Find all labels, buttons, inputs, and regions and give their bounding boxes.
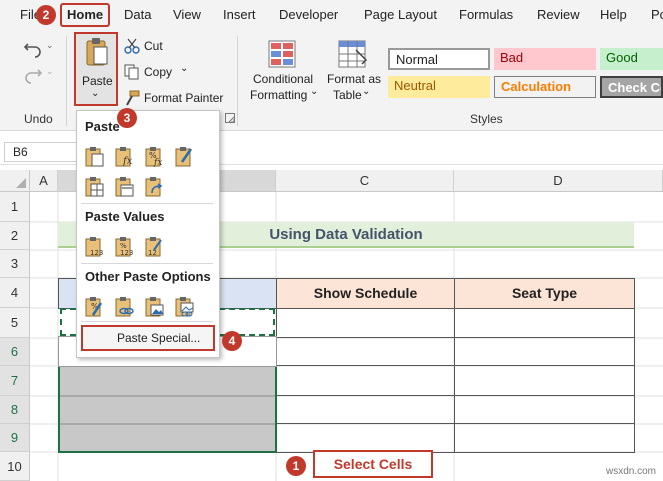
styles-group-label: Styles <box>470 112 503 126</box>
undo-group-label: Undo <box>24 112 53 126</box>
menu-page[interactable]: Po <box>651 7 663 22</box>
svg-text:123: 123 <box>120 249 133 257</box>
undo-dropdown-icon[interactable]: ⌄ <box>46 40 54 51</box>
scissors-icon <box>124 38 140 54</box>
cut-button[interactable]: Cut <box>144 39 163 53</box>
copy-icon <box>124 64 139 80</box>
row-header-8[interactable]: 8 <box>0 396 30 424</box>
row-header-4[interactable]: 4 <box>0 278 30 308</box>
row-header-6[interactable]: 6 <box>0 338 30 366</box>
paste-no-borders-icon[interactable] <box>83 175 105 197</box>
paste-link-icon[interactable] <box>113 295 135 317</box>
redo-icon[interactable] <box>22 62 44 84</box>
conditional-formatting-dropdown-icon[interactable]: ⌄ <box>310 86 318 97</box>
svg-text:12: 12 <box>148 249 157 257</box>
paste-linked-picture-icon[interactable] <box>173 295 195 317</box>
conditional-formatting-label-1[interactable]: Conditional <box>253 72 313 86</box>
menu-bar: File Home Data View Insert Developer Pag… <box>0 0 663 30</box>
menu-formulas[interactable]: Formulas <box>459 7 513 22</box>
menu-data[interactable]: Data <box>124 7 151 22</box>
row-header-9[interactable]: 9 <box>0 424 30 452</box>
column-header-d[interactable]: D <box>454 170 663 192</box>
paste-values-section-title: Paste Values <box>85 209 165 224</box>
paste-column-widths-icon[interactable] <box>113 175 135 197</box>
paste-formulas-icon[interactable]: fx <box>113 145 135 167</box>
conditional-formatting-icon <box>268 40 296 68</box>
menu-home-label: Home <box>67 7 104 22</box>
select-cells-callout: Select Cells <box>313 450 433 478</box>
format-as-table-dropdown-icon[interactable]: ⌄ <box>362 86 370 97</box>
select-all-corner[interactable] <box>0 170 30 192</box>
paste-dropdown-icon: ⌄ <box>91 88 100 99</box>
paste-picture-icon[interactable] <box>143 295 165 317</box>
menu-help[interactable]: Help <box>600 7 627 22</box>
paste-icon[interactable] <box>83 145 105 167</box>
paste-special-label: Paste Special... <box>117 331 201 345</box>
paste-values-icon[interactable]: 123 <box>83 235 105 257</box>
style-normal[interactable]: Normal <box>388 48 490 70</box>
format-as-table-label-2[interactable]: Table <box>333 88 362 102</box>
row-header-5[interactable]: 5 <box>0 308 30 338</box>
column-header-a[interactable]: A <box>30 170 58 192</box>
copy-button[interactable]: Copy <box>144 65 172 79</box>
dropdown-divider <box>81 321 213 322</box>
paste-label: Paste <box>82 74 113 88</box>
format-painter-button[interactable]: Format Painter <box>144 91 223 105</box>
paste-button[interactable]: Paste ⌄ <box>74 32 118 106</box>
style-neutral[interactable]: Neutral <box>388 76 490 98</box>
select-all-triangle-icon <box>16 178 26 188</box>
header-cell-seat-type[interactable]: Seat Type <box>454 278 635 309</box>
format-as-table-icon <box>338 40 368 68</box>
clipboard-icon <box>86 38 108 66</box>
paste-section-title: Paste <box>85 119 120 134</box>
other-paste-options-title: Other Paste Options <box>85 269 211 284</box>
paste-transpose-icon[interactable] <box>143 175 165 197</box>
paste-values-source-icon[interactable]: 12 <box>143 235 165 257</box>
menu-insert[interactable]: Insert <box>223 7 256 22</box>
style-bad[interactable]: Bad <box>494 48 596 70</box>
menu-view[interactable]: View <box>173 7 201 22</box>
step-badge-2: 2 <box>36 5 56 25</box>
row-header-2[interactable]: 2 <box>0 222 30 250</box>
step-badge-3: 3 <box>117 108 137 128</box>
paste-special-menu-item[interactable]: Paste Special... <box>81 325 215 351</box>
watermark: wsxdn.com <box>606 466 657 477</box>
column-header-c[interactable]: C <box>276 170 454 192</box>
paste-values-number-icon[interactable]: %123 <box>113 235 135 257</box>
row-header-1[interactable]: 1 <box>0 192 30 222</box>
copy-dropdown-icon[interactable]: ⌄ <box>180 63 188 74</box>
header-cell-show-schedule[interactable]: Show Schedule <box>276 278 455 309</box>
paste-keep-source-icon[interactable] <box>173 145 195 167</box>
paste-formatting-icon[interactable]: % <box>83 295 105 317</box>
dropdown-divider <box>81 263 213 264</box>
data-table-borders <box>276 308 635 453</box>
format-as-table-label-1[interactable]: Format as <box>327 72 381 86</box>
menu-developer[interactable]: Developer <box>279 7 338 22</box>
row-header-7[interactable]: 7 <box>0 366 30 396</box>
svg-text:fx: fx <box>122 156 133 167</box>
menu-review[interactable]: Review <box>537 7 580 22</box>
style-check-cell[interactable]: Check Cel <box>600 76 663 98</box>
ribbon-divider <box>66 36 67 126</box>
menu-page-layout[interactable]: Page Layout <box>364 7 437 22</box>
svg-text:123: 123 <box>90 249 103 257</box>
paste-formulas-number-icon[interactable]: %fx <box>143 145 165 167</box>
conditional-formatting-label-2[interactable]: Formatting <box>250 88 307 102</box>
svg-text:fx: fx <box>153 158 162 167</box>
undo-icon[interactable] <box>22 36 44 58</box>
paste-dropdown-menu: Paste fx % fx Paste Values 123 % 123 12 Ot… <box>76 110 220 358</box>
clipboard-dialog-launcher-icon[interactable] <box>225 113 237 125</box>
row-header-10[interactable]: 10 <box>0 452 30 481</box>
style-good[interactable]: Good <box>600 48 663 70</box>
dropdown-divider <box>81 203 213 204</box>
ribbon-divider <box>237 36 238 126</box>
row-header-3[interactable]: 3 <box>0 250 30 278</box>
format-painter-icon <box>126 90 140 106</box>
step-badge-1: 1 <box>286 456 306 476</box>
redo-dropdown-icon[interactable]: ⌄ <box>46 66 54 77</box>
menu-home-tab[interactable]: Home <box>60 3 110 27</box>
style-calculation[interactable]: Calculation <box>494 76 596 98</box>
step-badge-4: 4 <box>222 331 242 351</box>
